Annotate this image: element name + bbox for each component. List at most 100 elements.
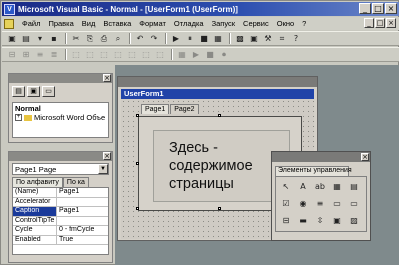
mdi-minimize-button[interactable]: _ xyxy=(364,18,374,28)
break-icon[interactable]: ⏸ xyxy=(184,33,196,45)
close-icon[interactable]: × xyxy=(103,152,111,160)
close-button[interactable]: × xyxy=(385,3,397,14)
outdent-icon[interactable]: ⬚ xyxy=(140,49,152,61)
property-value[interactable]: 0 - fmCycle xyxy=(57,226,94,235)
frame-icon[interactable]: ▭ xyxy=(330,197,344,211)
property-value[interactable] xyxy=(57,217,59,226)
property-value[interactable]: Page1 xyxy=(57,207,79,216)
checkbox-icon[interactable]: ☑ xyxy=(279,197,293,211)
multipage-icon[interactable]: ▬ xyxy=(296,214,310,228)
minimize-button[interactable]: _ xyxy=(359,3,371,14)
menu-file[interactable]: Файл xyxy=(18,19,44,28)
toggle-folders-icon[interactable]: ▭ xyxy=(42,86,55,97)
property-row-selected[interactable]: Caption Page1 xyxy=(13,207,108,217)
insert-userform-icon[interactable]: ▤ xyxy=(20,33,32,45)
property-value[interactable]: Page1 xyxy=(57,188,79,197)
expand-icon[interactable]: + xyxy=(15,114,22,121)
menu-run[interactable]: Запуск xyxy=(208,19,239,28)
property-row[interactable]: ControlTipTe xyxy=(13,216,108,226)
mdi-close-button[interactable]: × xyxy=(386,18,396,28)
find-icon[interactable]: ⌕ xyxy=(112,33,124,45)
comment-icon[interactable]: ⬚ xyxy=(154,49,166,61)
run-icon[interactable]: ▶ xyxy=(170,33,182,45)
tab-controls[interactable]: Элементы управления xyxy=(275,166,352,176)
property-value[interactable]: True xyxy=(57,236,73,245)
menu-window[interactable]: Окно xyxy=(273,19,298,28)
resize-handle[interactable] xyxy=(136,162,139,165)
project-explorer-icon[interactable]: ▩ xyxy=(234,33,246,45)
ungroup-icon[interactable]: ≣ xyxy=(48,49,60,61)
refedit-icon[interactable]: ▨ xyxy=(347,214,361,228)
align-icon[interactable]: ⬚ xyxy=(70,49,82,61)
step-run-icon[interactable]: ▶ xyxy=(190,49,202,61)
paste-icon[interactable]: ⎙ xyxy=(98,33,110,45)
tab-alphabetic[interactable]: По алфавиту xyxy=(12,177,63,187)
userform-caption[interactable]: UserForm1 xyxy=(121,89,314,99)
option-button-icon[interactable]: ◉ xyxy=(296,197,310,211)
tree-item-normal[interactable]: Normal xyxy=(15,104,106,113)
chevron-down-icon[interactable]: ▼ xyxy=(98,164,108,174)
tree-item-word-objects[interactable]: + Microsoft Word Объе xyxy=(15,113,106,122)
menu-debug[interactable]: Отладка xyxy=(170,19,208,28)
resize-handle[interactable] xyxy=(136,114,139,117)
form-menu-icon[interactable] xyxy=(4,18,14,29)
multipage-page-area[interactable]: Здесь - содержимое страницы xyxy=(153,130,290,202)
listbox-icon[interactable]: ▤ xyxy=(347,180,361,194)
tabstrip-icon[interactable]: ⊟ xyxy=(279,214,293,228)
center-icon[interactable]: ⬚ xyxy=(84,49,96,61)
bookmark-icon[interactable]: ▦ xyxy=(176,49,188,61)
undo-icon[interactable]: ↶ xyxy=(134,33,146,45)
view-word-icon[interactable]: ▣ xyxy=(6,33,18,45)
menu-tools[interactable]: Сервис xyxy=(239,19,273,28)
property-row[interactable]: Cycle 0 - fmCycle xyxy=(13,226,108,236)
label-icon[interactable]: A xyxy=(296,180,310,194)
design-mode-icon[interactable]: ▦ xyxy=(212,33,224,45)
insert-dropdown-icon[interactable]: ▾ xyxy=(34,33,46,45)
group-icon[interactable]: ≡ xyxy=(34,49,46,61)
resize-handle[interactable] xyxy=(218,114,221,117)
menu-help[interactable]: ? xyxy=(298,19,310,28)
step-stop-icon[interactable]: ■ xyxy=(204,49,216,61)
tab-categorized[interactable]: По ка xyxy=(62,177,89,187)
textbox-icon[interactable]: ab xyxy=(313,180,327,194)
reset-icon[interactable]: ■ xyxy=(198,33,210,45)
maximize-button[interactable]: □ xyxy=(372,3,384,14)
tab-page1[interactable]: Page1 xyxy=(141,104,170,114)
property-value[interactable] xyxy=(57,198,59,207)
make-same-size-icon[interactable]: ⬚ xyxy=(98,49,110,61)
menu-insert[interactable]: Вставка xyxy=(99,19,135,28)
record-icon[interactable]: ⏺ xyxy=(218,49,230,61)
close-icon[interactable]: × xyxy=(361,153,369,161)
menu-view[interactable]: Вид xyxy=(78,19,100,28)
toggle-button-icon[interactable]: ≡ xyxy=(313,197,327,211)
property-row[interactable]: Accelerator xyxy=(13,197,108,207)
view-code-icon[interactable]: ▤ xyxy=(12,86,25,97)
property-row[interactable]: (Name) Page1 xyxy=(13,188,108,198)
bring-to-front-icon[interactable]: ⊟ xyxy=(6,49,18,61)
send-to-back-icon[interactable]: ⊞ xyxy=(20,49,32,61)
indent-icon[interactable]: ⬚ xyxy=(126,49,138,61)
toolbox-icon[interactable]: ⌗ xyxy=(276,33,288,45)
object-browser-icon[interactable]: ⚒ xyxy=(262,33,274,45)
command-button-icon[interactable]: ▭ xyxy=(347,197,361,211)
menu-format[interactable]: Формат xyxy=(135,19,170,28)
close-icon[interactable]: × xyxy=(103,74,111,82)
mdi-restore-button[interactable]: □ xyxy=(375,18,385,28)
save-icon[interactable]: ▪ xyxy=(48,33,60,45)
properties-window-icon[interactable]: ▣ xyxy=(248,33,260,45)
tab-page2[interactable]: Page2 xyxy=(170,104,199,114)
select-pointer-icon[interactable]: ↖ xyxy=(279,180,293,194)
property-row[interactable]: Enabled True xyxy=(13,235,108,245)
object-selector[interactable]: Page1 Page ▼ xyxy=(12,163,109,175)
menu-edit[interactable]: Правка xyxy=(44,19,77,28)
spin-button-icon[interactable]: ⇳ xyxy=(313,214,327,228)
redo-icon[interactable]: ↷ xyxy=(148,33,160,45)
combobox-icon[interactable]: ▦ xyxy=(330,180,344,194)
copy-icon[interactable]: ⎘ xyxy=(84,33,96,45)
resize-handle[interactable] xyxy=(136,207,139,210)
help-icon[interactable]: ? xyxy=(290,33,302,45)
resize-handle[interactable] xyxy=(218,207,221,210)
zoom-icon[interactable]: ⬚ xyxy=(112,49,124,61)
image-icon[interactable]: ▣ xyxy=(330,214,344,228)
cut-icon[interactable]: ✂ xyxy=(70,33,82,45)
